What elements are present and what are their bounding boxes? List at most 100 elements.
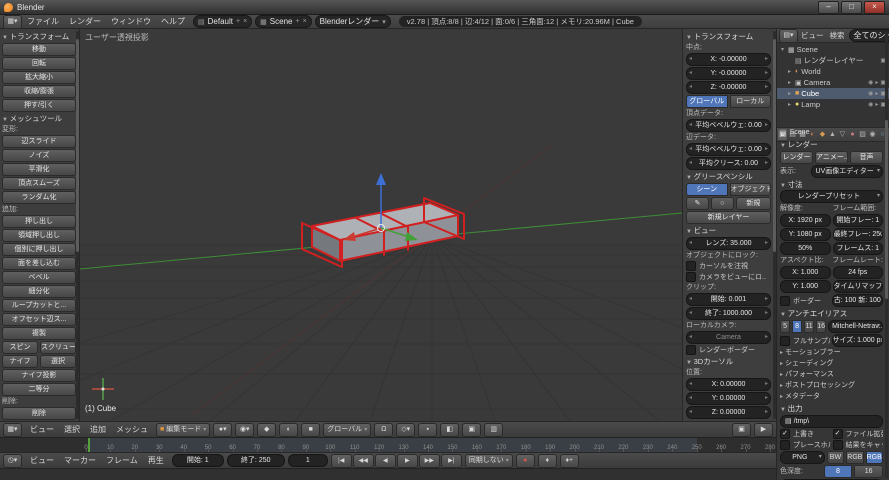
outliner-menu-0[interactable]: ビュー (798, 29, 827, 42)
checkbox-row[interactable]: ✓ファイル拡張子 (833, 429, 884, 439)
checkbox[interactable] (780, 296, 790, 306)
pointer-toggle-icon[interactable]: ▸ (875, 101, 878, 108)
checkbox-row[interactable]: カーソルを注視 (686, 261, 771, 271)
file-format-dropdown[interactable]: PNG (780, 451, 825, 464)
panel-header[interactable]: ビュー (686, 226, 771, 236)
outliner-row[interactable]: ▤レンダーレイヤー▣ (777, 55, 889, 66)
keying-set-icon[interactable]: ♦ (538, 454, 557, 468)
jump-next-keyframe-button[interactable]: ▶▶ (419, 454, 440, 468)
eye-toggle-icon[interactable]: ◉ (868, 79, 873, 86)
decrement-arrow-icon[interactable]: ◂ (689, 120, 692, 131)
editor-type-icon[interactable]: ▦▾ (3, 15, 22, 29)
animation-button[interactable]: アニメー.. (815, 151, 848, 164)
info-menu-1[interactable]: レンダー (64, 15, 106, 28)
decrement-arrow-icon[interactable]: ◂ (689, 407, 692, 418)
number-field[interactable]: レンズ: 35.000◂▸ (686, 237, 771, 250)
checkbox[interactable] (833, 440, 843, 450)
checkbox-row[interactable]: カメラをビューにロ.. (686, 272, 771, 282)
tool-button[interactable]: 削除 (2, 407, 76, 420)
tool-button[interactable]: 二等分 (2, 383, 76, 396)
tool-panel-header[interactable]: トランスフォーム (2, 32, 76, 42)
toggle-option[interactable]: 16 (854, 465, 883, 478)
panel-header[interactable]: トランスフォーム (686, 32, 771, 42)
add-scene-icon[interactable]: + (295, 18, 299, 25)
timeline-menu-3[interactable]: 再生 (143, 454, 169, 467)
expander-icon[interactable]: ▸ (786, 90, 793, 97)
checkbox-row[interactable]: フルサンプル (780, 336, 830, 346)
decrement-arrow-icon[interactable]: ◂ (689, 393, 692, 404)
eye-toggle-icon[interactable]: ◉ (868, 90, 873, 97)
tool-button[interactable]: 選択 (40, 355, 76, 368)
number-field[interactable]: X: -0.00000◂▸ (686, 53, 771, 66)
number-field[interactable]: 50% (780, 242, 831, 255)
toggle-option[interactable]: グローバル (686, 95, 728, 108)
tool-button[interactable]: ナイフ投影 (2, 369, 76, 382)
tool-button[interactable]: 辺スライド (2, 135, 76, 148)
toggle-option[interactable]: 11 (804, 320, 814, 333)
erase-icon[interactable]: ○ (711, 197, 734, 210)
jump-to-end-button[interactable]: ▶| (441, 454, 462, 468)
tool-button[interactable]: スピン (2, 341, 38, 354)
toggle-option[interactable]: 8 (824, 465, 853, 478)
tool-button[interactable]: 回転 (2, 57, 76, 70)
number-field[interactable]: 最終フレー: 250 (833, 228, 884, 241)
toggle-option[interactable]: シーン (686, 183, 728, 196)
auto-keyframe-record-button[interactable]: ● (516, 454, 535, 468)
number-field[interactable]: Z: 0.00000◂▸ (686, 406, 771, 419)
pointer-toggle-icon[interactable]: ▸ (875, 79, 878, 86)
frame-start-field[interactable]: 開始: 1 (172, 454, 224, 467)
increment-arrow-icon[interactable]: ▸ (765, 308, 768, 319)
editor-type-icon[interactable]: ◷▾ (3, 454, 22, 468)
number-field[interactable]: 終了: 1000.000◂▸ (686, 307, 771, 320)
number-field[interactable]: X: 0.00000◂▸ (686, 378, 771, 391)
viewport-canvas[interactable] (80, 29, 682, 421)
number-field[interactable]: 古: 100 新: 100 (832, 294, 884, 307)
outliner-menu-1[interactable]: 検索 (827, 29, 848, 42)
select-vertex-icon[interactable]: ▪ (418, 423, 437, 437)
draw-pencil-icon[interactable]: ✎ (686, 197, 709, 210)
view3d-menu-0[interactable]: ビュー (25, 423, 59, 436)
increment-arrow-icon[interactable]: ▸ (765, 144, 768, 155)
checkbox-row[interactable]: ボーダー (780, 296, 830, 306)
increment-arrow-icon[interactable]: ▸ (765, 238, 768, 249)
toggle-option[interactable]: 16 (816, 320, 826, 333)
panel-header[interactable]: アンチエイリアス (780, 309, 883, 319)
toggle-option[interactable]: 5 (780, 320, 790, 333)
outliner-row[interactable]: ▸◐World (777, 66, 889, 77)
number-field[interactable]: 開始: 0.001◂▸ (686, 293, 771, 306)
checkbox[interactable] (686, 261, 696, 271)
aa-filter-dropdown[interactable]: Mitchell-Netrav.. (828, 320, 883, 333)
opengl-render-icon[interactable]: ▣ (732, 423, 751, 437)
sync-mode-dropdown[interactable]: 同期しない ▾ (465, 454, 513, 468)
pivot-center-dropdown[interactable]: ◉▾ (235, 423, 254, 437)
decrement-arrow-icon[interactable]: ◂ (689, 332, 692, 343)
maximize-button[interactable]: □ (841, 1, 862, 14)
render-button[interactable]: レンダー (780, 151, 813, 164)
number-field[interactable]: Z: -0.00000◂▸ (686, 81, 771, 94)
number-field[interactable]: 24 fps (833, 266, 884, 279)
panel-header[interactable]: 寸法 (780, 180, 883, 190)
opengl-render-anim-icon[interactable]: ▶ (754, 423, 773, 437)
tool-button[interactable]: スクリュー (40, 341, 76, 354)
toggle-option[interactable]: BW (827, 451, 844, 464)
toggle-option[interactable]: RGB (846, 451, 863, 464)
current-frame-field[interactable]: 1 (288, 454, 328, 467)
checkbox[interactable] (686, 272, 696, 282)
expander-icon[interactable]: ▸ (786, 79, 793, 86)
select-face-icon[interactable]: ▣ (462, 423, 481, 437)
tool-button[interactable]: 個別に押し出し (2, 243, 76, 256)
outliner-row[interactable]: ▸▣Camera◉▸▣ (777, 77, 889, 88)
increment-arrow-icon[interactable]: ▸ (765, 120, 768, 131)
manipulator-translate-icon[interactable]: ◆ (257, 423, 276, 437)
audio-button[interactable]: 音声 (850, 151, 883, 164)
number-field[interactable]: 平均ベベルウェ: 0.00◂▸ (686, 143, 771, 156)
viewport-shading-dropdown[interactable]: ●▾ (213, 423, 232, 437)
view3d-menu-2[interactable]: 追加 (85, 423, 111, 436)
panel-header-collapsed[interactable]: モーションブラー (780, 348, 883, 358)
tool-button[interactable]: ランダム化 (2, 191, 76, 204)
increment-arrow-icon[interactable]: ▸ (765, 332, 768, 343)
outliner-row[interactable]: ▸●Lamp◉▸▣ (777, 99, 889, 110)
tool-button[interactable]: 平滑化 (2, 163, 76, 176)
decrement-arrow-icon[interactable]: ◂ (689, 308, 692, 319)
panel-header[interactable]: レンダー (780, 140, 883, 150)
